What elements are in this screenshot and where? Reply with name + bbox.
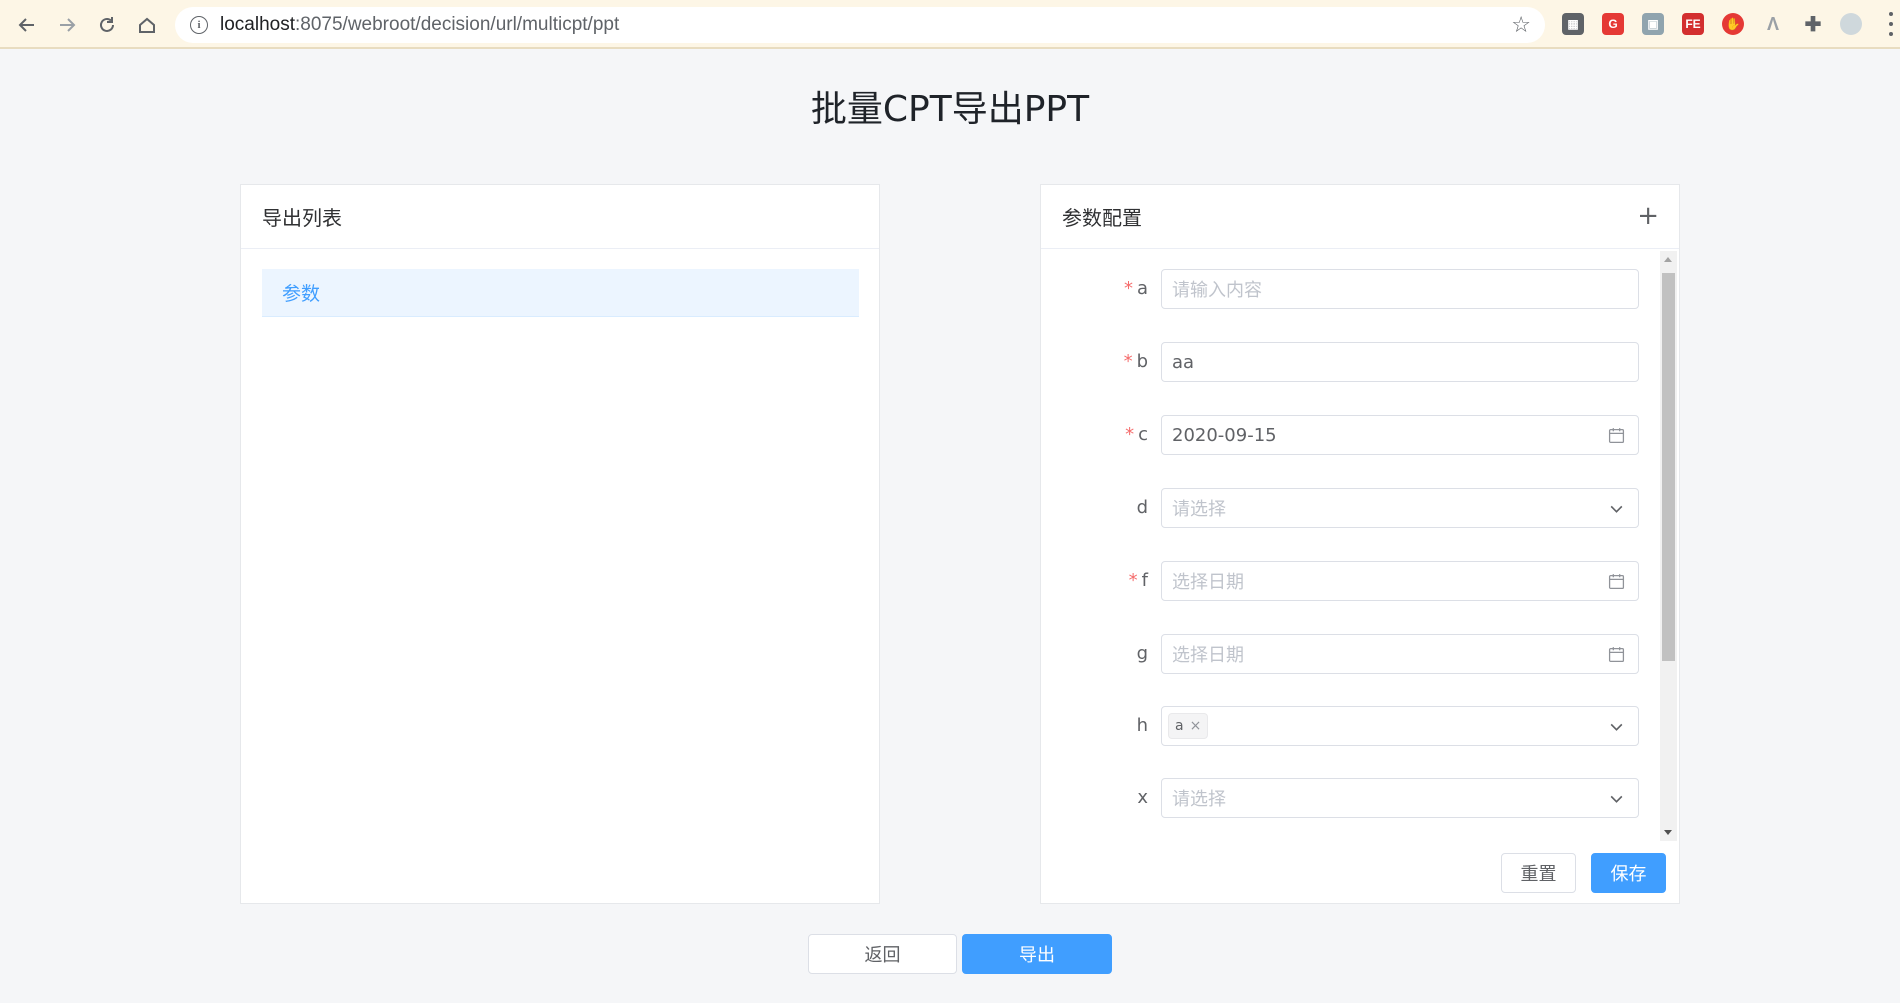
chevron-down-icon[interactable] — [1606, 498, 1626, 518]
field-label-a: * a — [1123, 278, 1148, 299]
select-d[interactable]: 请选择 — [1161, 488, 1639, 528]
select-placeholder-d: 请选择 — [1172, 499, 1226, 520]
profile-avatar[interactable] — [1840, 13, 1862, 35]
tag-close-icon[interactable]: × — [1190, 718, 1202, 734]
scrollbar-thumb[interactable] — [1662, 273, 1675, 661]
home-icon[interactable] — [132, 10, 162, 40]
extension-reader-icon[interactable]: ▦ — [1562, 13, 1584, 35]
date-placeholder-f: 选择日期 — [1172, 572, 1244, 593]
chevron-down-icon[interactable] — [1606, 716, 1626, 736]
form-row-h: h a × — [1041, 706, 1641, 746]
bookmark-star-icon[interactable]: ☆ — [1511, 13, 1531, 38]
browser-toolbar: i localhost:8075/webroot/decision/url/mu… — [0, 0, 1900, 49]
chevron-down-icon[interactable] — [1606, 788, 1626, 808]
date-value-c: 2020-09-15 — [1172, 424, 1277, 446]
browser-menu-icon[interactable] — [1888, 12, 1894, 36]
extension-google-icon[interactable]: G — [1602, 13, 1624, 35]
scroll-up-arrow-icon[interactable] — [1664, 257, 1672, 262]
required-mark: * — [1128, 570, 1138, 591]
url-path: :8075/webroot/decision/url/multicpt/ppt — [295, 14, 620, 35]
required-mark: * — [1123, 278, 1133, 299]
param-config-title: 参数配置 — [1062, 206, 1142, 230]
export-list-panel: 导出列表 参数 — [240, 184, 880, 904]
list-item[interactable]: 参数 — [262, 269, 859, 317]
add-icon[interactable]: + — [1637, 201, 1659, 231]
back-arrow-icon[interactable] — [12, 10, 42, 40]
date-picker-f[interactable]: 选择日期 — [1161, 561, 1639, 601]
select-placeholder-x: 请选择 — [1172, 789, 1226, 810]
field-label-h: h — [1136, 715, 1148, 736]
multiselect-h[interactable]: a × — [1161, 706, 1639, 746]
export-list-header: 导出列表 — [241, 185, 879, 249]
required-mark: * — [1125, 424, 1135, 445]
param-config-header: 参数配置 + — [1041, 185, 1679, 249]
export-button[interactable]: 导出 — [962, 934, 1112, 974]
save-button[interactable]: 保存 — [1591, 853, 1666, 893]
form-row-f: * f 选择日期 — [1041, 561, 1641, 601]
field-label-f: * f — [1128, 570, 1148, 591]
form-row-g: g 选择日期 — [1041, 634, 1641, 674]
form-scrollbar[interactable] — [1660, 251, 1677, 841]
site-info-icon[interactable]: i — [190, 16, 208, 34]
address-bar[interactable]: i localhost:8075/webroot/decision/url/mu… — [175, 7, 1545, 43]
input-b[interactable]: aa — [1161, 342, 1639, 382]
page-title: 批量CPT导出PPT — [810, 89, 1090, 130]
selected-tag: a × — [1168, 713, 1209, 739]
field-label-g: g — [1136, 643, 1148, 664]
select-x[interactable]: 请选择 — [1161, 778, 1639, 818]
calendar-icon[interactable] — [1606, 425, 1626, 445]
extensions-puzzle-icon[interactable]: ✚ — [1802, 13, 1824, 36]
extension-adblock-icon[interactable]: ✋ — [1722, 13, 1744, 35]
reload-icon[interactable] — [92, 10, 122, 40]
reset-button[interactable]: 重置 — [1501, 853, 1576, 893]
form-row-x: x 请选择 — [1041, 778, 1641, 818]
forward-arrow-icon[interactable] — [52, 10, 82, 40]
back-button[interactable]: 返回 — [808, 934, 957, 974]
form-row-b: * b aa — [1041, 342, 1641, 382]
field-label-x: x — [1137, 787, 1148, 808]
extension-image-icon[interactable]: ▣ — [1642, 13, 1664, 35]
calendar-icon[interactable] — [1606, 571, 1626, 591]
required-mark: * — [1123, 351, 1133, 372]
export-list-title: 导出列表 — [262, 206, 342, 230]
form-row-a: * a 请输入内容 — [1041, 269, 1641, 309]
param-config-panel: 参数配置 + * a 请输入内容 * b aa * c 2020-09-15 d 请选… — [1040, 184, 1680, 904]
field-label-c: * c — [1125, 424, 1148, 445]
scroll-down-arrow-icon[interactable] — [1664, 830, 1672, 835]
field-label-b: * b — [1123, 351, 1148, 372]
form-row-d: d 请选择 — [1041, 488, 1641, 528]
input-a[interactable]: 请输入内容 — [1161, 269, 1639, 309]
date-picker-g[interactable]: 选择日期 — [1161, 634, 1639, 674]
date-picker-c[interactable]: 2020-09-15 — [1161, 415, 1639, 455]
form-row-c: * c 2020-09-15 — [1041, 415, 1641, 455]
date-placeholder-g: 选择日期 — [1172, 645, 1244, 666]
tag-label: a — [1175, 718, 1184, 734]
extension-fe-icon[interactable]: FE — [1682, 13, 1704, 35]
calendar-icon[interactable] — [1606, 644, 1626, 664]
field-label-d: d — [1136, 497, 1148, 518]
url-text[interactable]: localhost:8075/webroot/decision/url/mult… — [220, 14, 619, 36]
url-host: localhost — [220, 14, 295, 35]
extension-a-icon[interactable]: Λ — [1762, 13, 1784, 35]
